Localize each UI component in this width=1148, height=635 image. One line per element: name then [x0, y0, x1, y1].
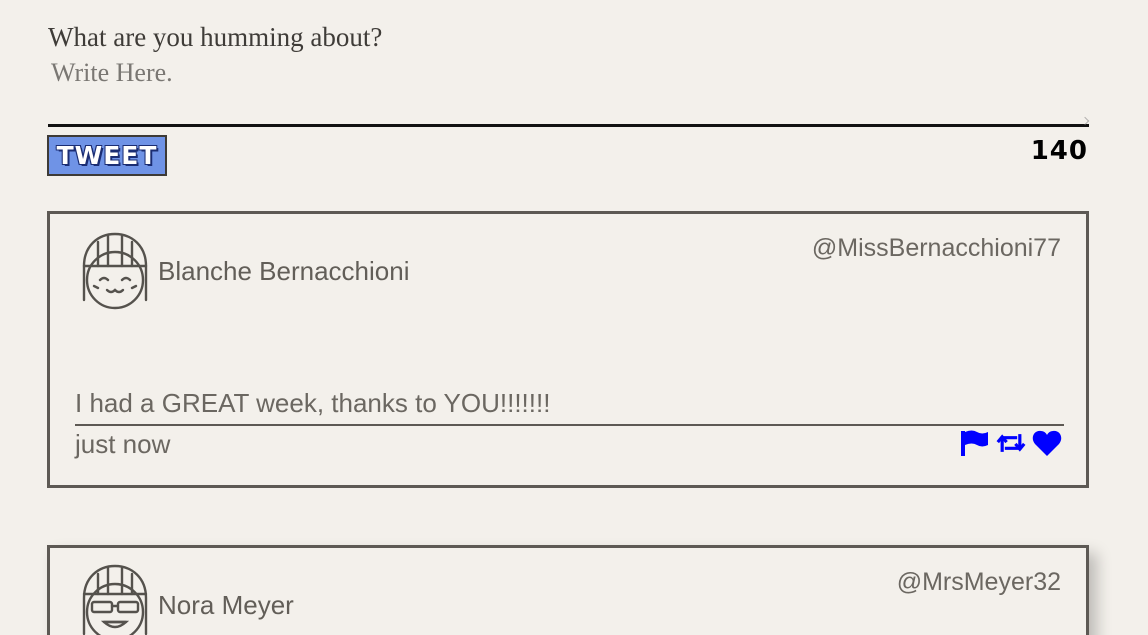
girl-avatar-icon	[80, 230, 150, 310]
tweet-divider	[75, 424, 1064, 426]
tweet-timestamp: just now	[75, 429, 171, 459]
tweet-actions	[960, 429, 1062, 457]
user-handle[interactable]: @MissBernacchioni77	[812, 234, 1061, 263]
user-name: Blanche Bernacchioni	[158, 256, 410, 286]
flag-icon[interactable]	[960, 429, 990, 457]
tweet-card: Blanche Bernacchioni @MissBernacchioni77…	[47, 211, 1089, 488]
retweet-icon[interactable]	[996, 429, 1026, 457]
user-handle[interactable]: @MrsMeyer32	[897, 568, 1061, 597]
compose-prompt: What are you humming about?	[48, 22, 383, 52]
compose-input[interactable]	[48, 54, 1089, 127]
tweet-card: Nora Meyer @MrsMeyer32	[47, 545, 1089, 635]
tweet-button[interactable]: TWEET	[47, 135, 167, 176]
character-counter: 140	[1030, 136, 1088, 166]
girl-with-sunglasses-avatar-icon	[80, 562, 150, 635]
tweet-text: I had a GREAT week, thanks to YOU!!!!!!!	[75, 388, 551, 418]
user-name: Nora Meyer	[158, 590, 294, 620]
heart-icon[interactable]	[1032, 429, 1062, 457]
